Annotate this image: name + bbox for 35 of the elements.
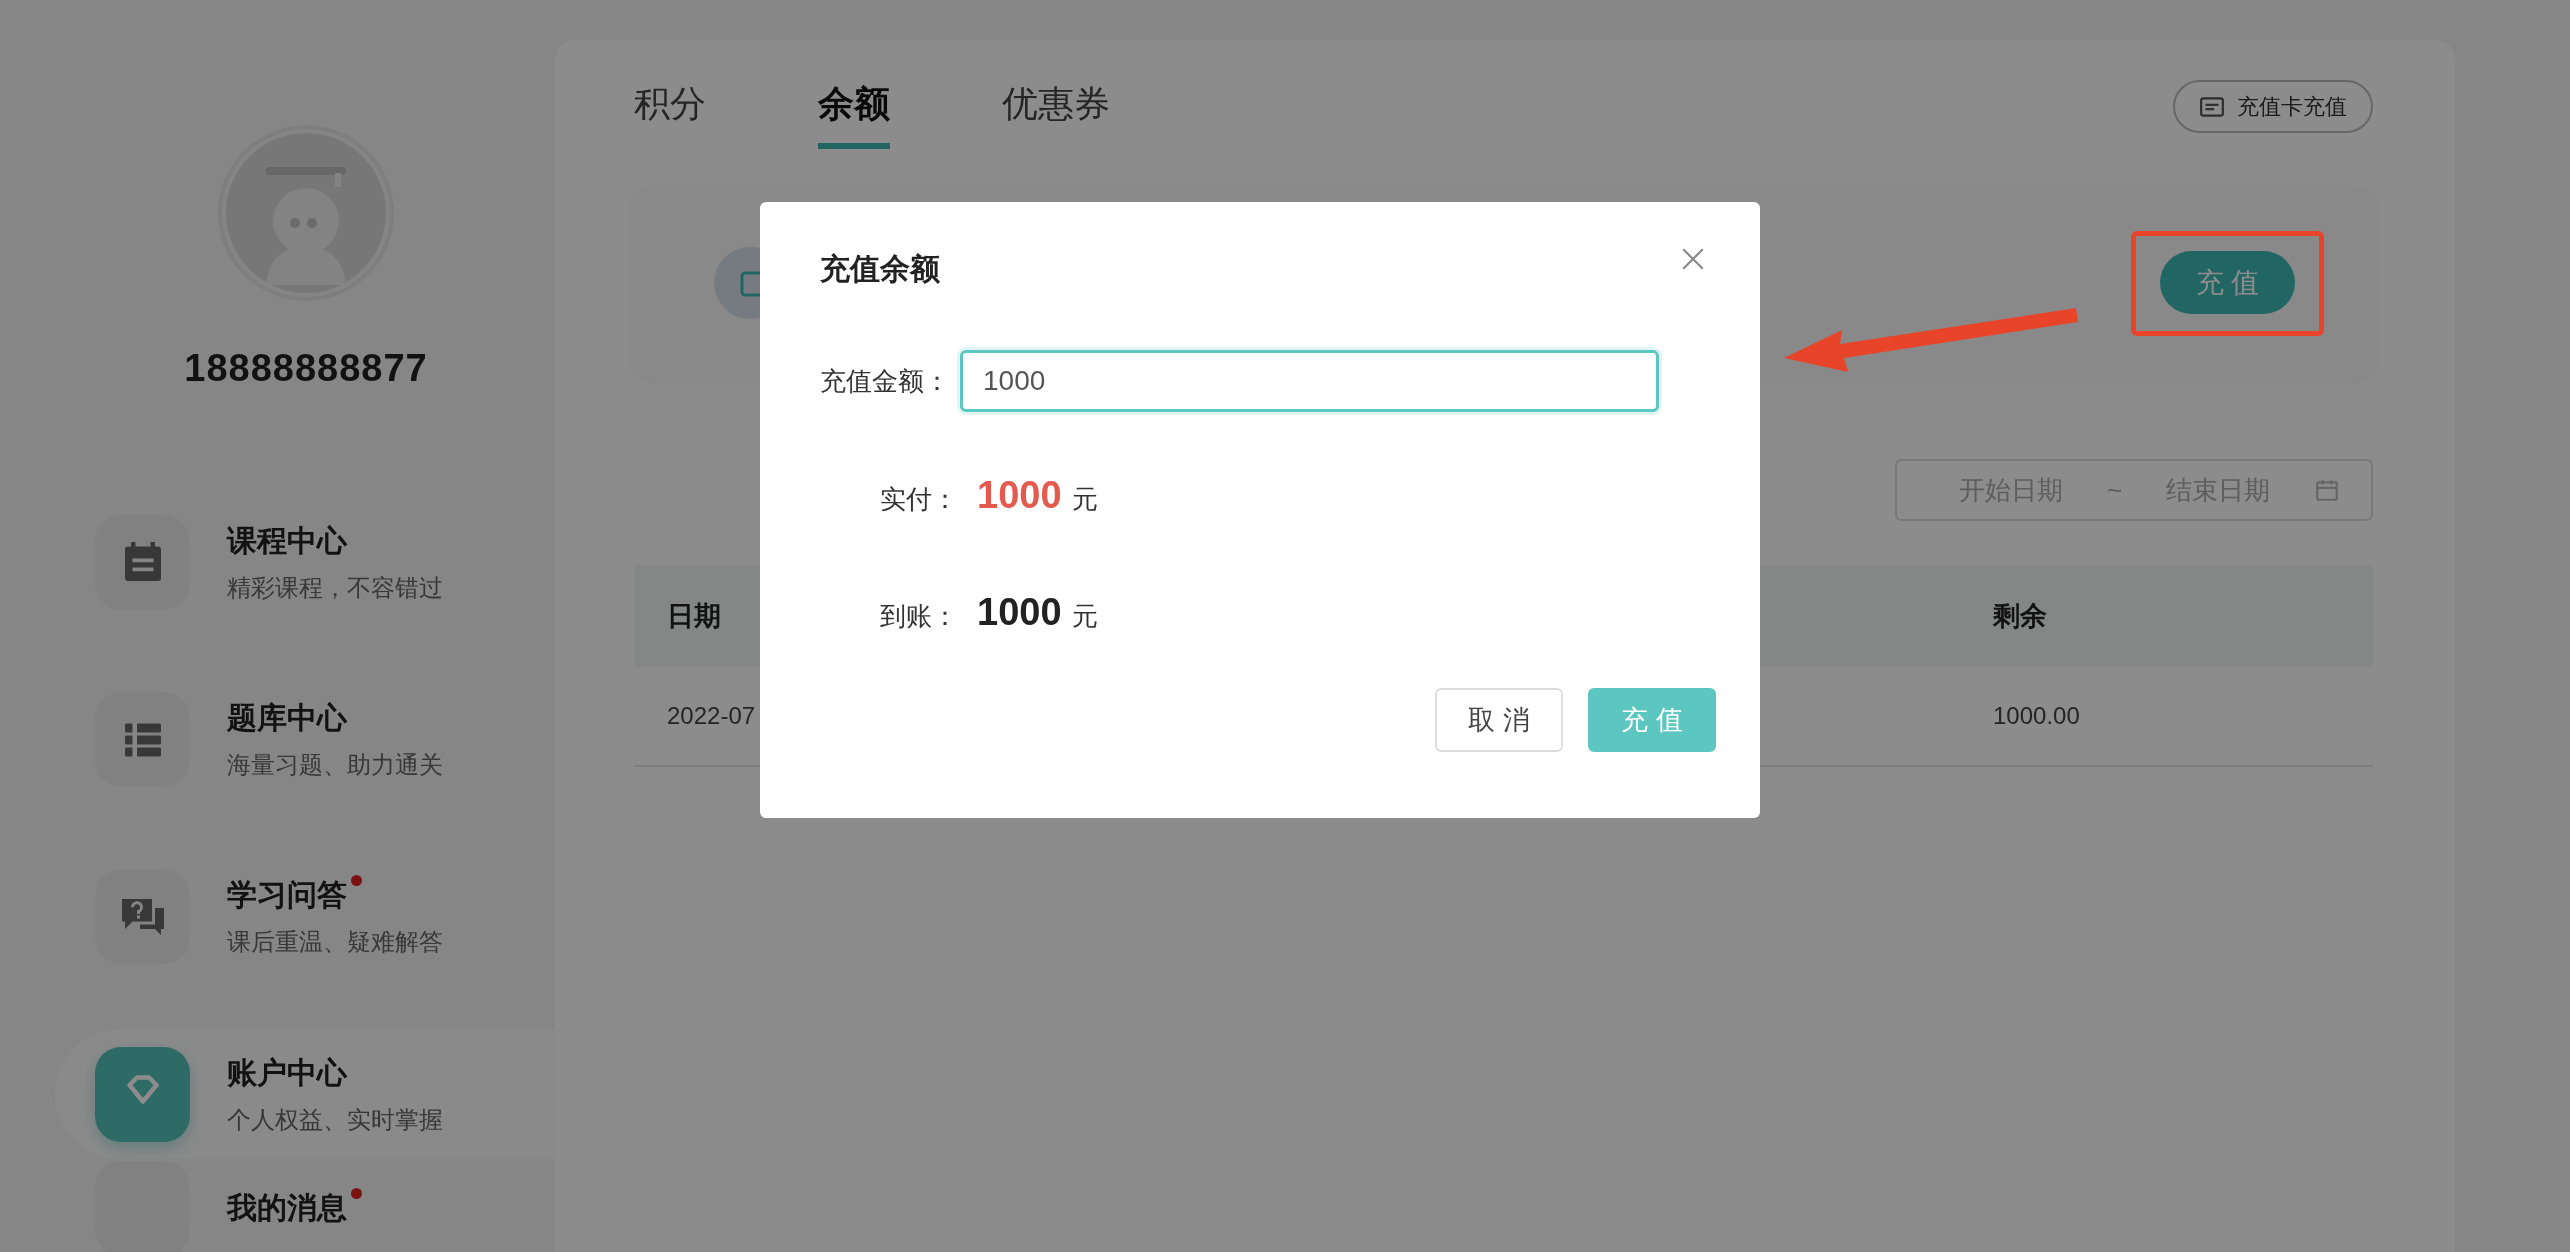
calendar-icon	[2314, 477, 2341, 503]
column-header: 日期	[667, 600, 721, 633]
table-cell: 1000.00	[1993, 702, 2080, 730]
menu-subtitle: 课后重温、疑难解答	[227, 927, 443, 957]
menu-item[interactable]: 学习问答 课后重温、疑难解答	[0, 869, 555, 964]
tab[interactable]: 积分	[634, 80, 706, 149]
menu-title: 账户中心	[227, 1054, 347, 1091]
dialog-title: 充值余额	[820, 250, 940, 287]
menu-subtitle: 海量习题、助力通关	[227, 750, 443, 780]
amount-field[interactable]: 1000	[960, 350, 1659, 412]
table-cell: 2022-07	[667, 702, 756, 730]
menu-title: 课程中心	[227, 523, 347, 559]
menu-item[interactable]: 题库中心 海量习题、助力通关	[0, 692, 555, 787]
currency-unit: 元	[1071, 483, 1098, 516]
menu-item[interactable]: 课程中心 精彩课程，不容错过	[0, 515, 555, 610]
card-recharge-button[interactable]: 充值卡充值	[2173, 80, 2373, 133]
avatar-icon	[218, 125, 394, 301]
menu-title: 题库中心	[227, 700, 347, 736]
menu-title: 我的消息	[227, 1190, 347, 1226]
tab[interactable]: 优惠券	[1002, 80, 1110, 149]
close-icon[interactable]	[1680, 246, 1706, 272]
user-phone: 18888888877	[184, 347, 428, 390]
wallet-icon	[714, 246, 760, 319]
received-amount: 1000	[977, 591, 1062, 634]
tab[interactable]: 余额	[818, 80, 890, 149]
column-header: 剩余	[1993, 600, 2047, 633]
menu-title: 学习问答	[227, 877, 347, 913]
cancel-button[interactable]: 取 消	[1435, 688, 1563, 752]
amount-label: 充值金额：	[820, 364, 951, 398]
menu-subtitle: 精彩课程，不容错过	[227, 573, 443, 603]
currency-unit: 元	[1071, 600, 1098, 633]
menu-subtitle: 个人权益、实时掌握	[227, 1104, 443, 1135]
paid-label: 实付：	[880, 483, 959, 516]
paid-amount: 1000	[977, 474, 1062, 517]
received-label: 到账：	[880, 600, 959, 633]
